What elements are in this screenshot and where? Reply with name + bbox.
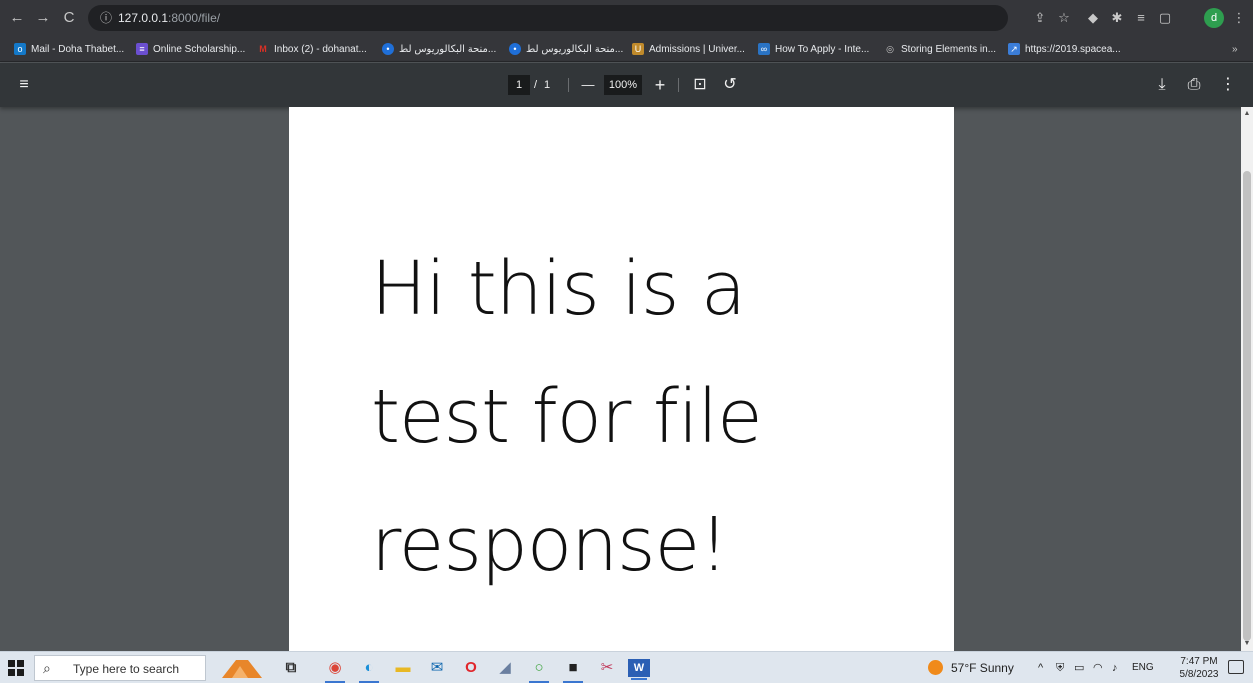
scroll-down-icon[interactable]: ▼ — [1241, 637, 1253, 651]
university-icon: U — [632, 43, 644, 55]
scroll-up-icon[interactable]: ▲ — [1241, 107, 1253, 121]
share-icon[interactable]: ⇪ — [1030, 8, 1050, 28]
windows-start-icon[interactable] — [8, 660, 24, 676]
pin-icon: • — [382, 43, 394, 55]
bookmark-label: منحة البكالوريوس لط... — [399, 43, 497, 55]
vertical-scrollbar[interactable]: ▲ ▼ — [1241, 107, 1253, 651]
clock-date: 5/8/2023 — [1179, 669, 1219, 680]
app-icon[interactable]: ◢ — [492, 656, 518, 680]
extension-icon[interactable]: ◆ — [1083, 8, 1103, 28]
search-icon: ⌕ — [43, 660, 51, 676]
page-number-input[interactable]: 1 — [508, 75, 530, 95]
document-text: Hi this is a test for file response! — [371, 225, 931, 609]
back-icon[interactable]: ← — [6, 7, 28, 29]
gmail-icon: M — [259, 44, 267, 54]
notification-icon[interactable] — [1228, 660, 1244, 674]
ring-app-icon[interactable]: ○ — [526, 656, 552, 683]
pin-icon: • — [509, 43, 521, 55]
profile-avatar[interactable]: d — [1204, 8, 1224, 28]
bookmark-label: Admissions | Univer... — [649, 43, 745, 55]
chrome-icon[interactable]: ◉ — [322, 656, 348, 683]
weather-text: 57°F Sunny — [951, 660, 1014, 675]
bookmark-item[interactable]: U Admissions | Univer... — [632, 40, 745, 58]
battery-icon[interactable]: ▭ — [1074, 660, 1084, 676]
document-line: test for file — [371, 374, 763, 460]
opera-icon[interactable]: O — [458, 656, 484, 680]
bookmark-item[interactable]: ◎ Storing Elements in... — [884, 40, 996, 58]
bookmark-label: Online Scholarship... — [153, 43, 246, 55]
zoom-level-input[interactable]: 100% — [604, 75, 642, 95]
bookmark-item[interactable]: • منحة البكالوريوس لط... — [509, 40, 623, 58]
zoom-out-icon[interactable]: — — [578, 75, 598, 95]
document-line: Hi this is a — [371, 246, 746, 332]
security-icon[interactable]: ⛨ — [1056, 660, 1064, 676]
fit-page-icon[interactable]: ⊡ — [690, 75, 710, 95]
url-text: 127.0.0.1:8000/file/ — [118, 10, 220, 26]
reload-icon[interactable]: C — [58, 7, 80, 29]
pdf-page: Hi this is a test for file response! — [289, 107, 954, 651]
document-line: response! — [371, 502, 729, 588]
bookmark-label: Inbox (2) - dohanat... — [274, 43, 367, 55]
reading-list-icon[interactable]: ≡ — [1131, 8, 1151, 28]
rocket-icon: ↗ — [1008, 43, 1020, 55]
search-placeholder: Type here to search — [73, 662, 180, 676]
bookmark-star-icon[interactable]: ☆ — [1054, 8, 1074, 28]
zoom-in-icon[interactable]: + — [650, 75, 670, 95]
url-host: 127.0.0.1 — [118, 11, 169, 25]
bookmark-label: Mail - Doha Thabet... — [31, 43, 125, 55]
file-explorer-icon[interactable]: ▬ — [390, 656, 416, 680]
apply-icon: ∞ — [758, 43, 770, 55]
list-icon: ≡ — [136, 43, 148, 55]
page-total: 1 — [544, 79, 551, 91]
terminal-icon[interactable]: ■ — [560, 656, 586, 683]
bookmark-label: How To Apply - Inte... — [775, 43, 870, 55]
bookmark-label: منحة البكالوريوس لط... — [526, 43, 624, 55]
outlook-icon: o — [14, 43, 26, 55]
pdf-toolbar: ≡ 1 / 1 — 100% + ⊡ ↺ ⤓ ⎙ ⋮ — [0, 63, 1253, 107]
language-indicator[interactable]: ENG — [1132, 660, 1154, 676]
snipping-icon[interactable]: ✂ — [594, 656, 620, 680]
rotate-icon[interactable]: ↺ — [720, 75, 740, 95]
taskview-icon[interactable]: ⧉ — [278, 656, 304, 680]
bookmark-item[interactable]: ≡ Online Scholarship... — [136, 40, 245, 58]
more-bookmarks-icon[interactable]: » — [1232, 40, 1238, 58]
side-panel-icon[interactable]: ▢ — [1155, 8, 1175, 28]
word-icon[interactable]: W — [628, 659, 650, 680]
bookmark-item[interactable]: • منحة البكالوريوس لط... — [382, 40, 496, 58]
weather-widget[interactable]: 57°F Sunny — [928, 660, 1014, 675]
url-path: :8000/file/ — [168, 11, 221, 25]
scroll-thumb[interactable] — [1243, 171, 1251, 641]
bookmark-label: Storing Elements in... — [901, 43, 997, 55]
toolbar-divider — [568, 78, 569, 92]
browser-menu-icon[interactable]: ⋮ — [1229, 8, 1249, 28]
download-icon[interactable]: ⤓ — [1152, 75, 1172, 95]
bookmark-item[interactable]: M Inbox (2) - dohanat... — [257, 40, 367, 58]
globe-icon: ◎ — [886, 44, 894, 54]
wifi-icon[interactable]: ◠ — [1093, 660, 1103, 676]
bookmark-item[interactable]: ∞ How To Apply - Inte... — [758, 40, 869, 58]
browser-toolbar: ← → C ⓘ 127.0.0.1:8000/file/ ⇪ ☆ ◆ ✱ ≡ ▢… — [0, 0, 1253, 36]
clock-time: 7:47 PM — [1180, 656, 1218, 667]
page-separator: / — [534, 79, 538, 91]
hamburger-menu-icon[interactable]: ≡ — [14, 75, 34, 95]
print-icon[interactable]: ⎙ — [1184, 75, 1204, 95]
tray-overflow-icon[interactable]: ^ — [1038, 660, 1043, 676]
address-input[interactable]: ⓘ 127.0.0.1:8000/file/ — [88, 5, 1008, 31]
volume-icon[interactable]: ♪ — [1112, 660, 1118, 676]
site-info-icon[interactable]: ⓘ — [98, 10, 114, 26]
forward-icon[interactable]: → — [32, 7, 54, 29]
taskbar-search-input[interactable]: ⌕ Type here to search — [34, 655, 206, 681]
bookmark-item[interactable]: ↗ https://2019.spacea... — [1008, 40, 1121, 58]
extensions-puzzle-icon[interactable]: ✱ — [1107, 8, 1127, 28]
bookmark-item[interactable]: o Mail - Doha Thabet... — [14, 40, 124, 58]
clock[interactable]: 7:47 PM 5/8/2023 — [1176, 655, 1222, 681]
bookmark-label: https://2019.spacea... — [1025, 43, 1121, 55]
toolbar-divider — [678, 78, 679, 92]
sun-icon — [928, 660, 943, 675]
pdf-more-icon[interactable]: ⋮ — [1218, 75, 1238, 95]
edge-icon[interactable]: ◐ — [356, 656, 382, 683]
mail-icon[interactable]: ✉ — [424, 656, 450, 680]
search-highlight-icon[interactable] — [218, 656, 270, 680]
windows-taskbar: ⌕ Type here to search ⧉ ◉ ◐ ▬ ✉ O ◢ ○ ■ … — [0, 651, 1253, 683]
